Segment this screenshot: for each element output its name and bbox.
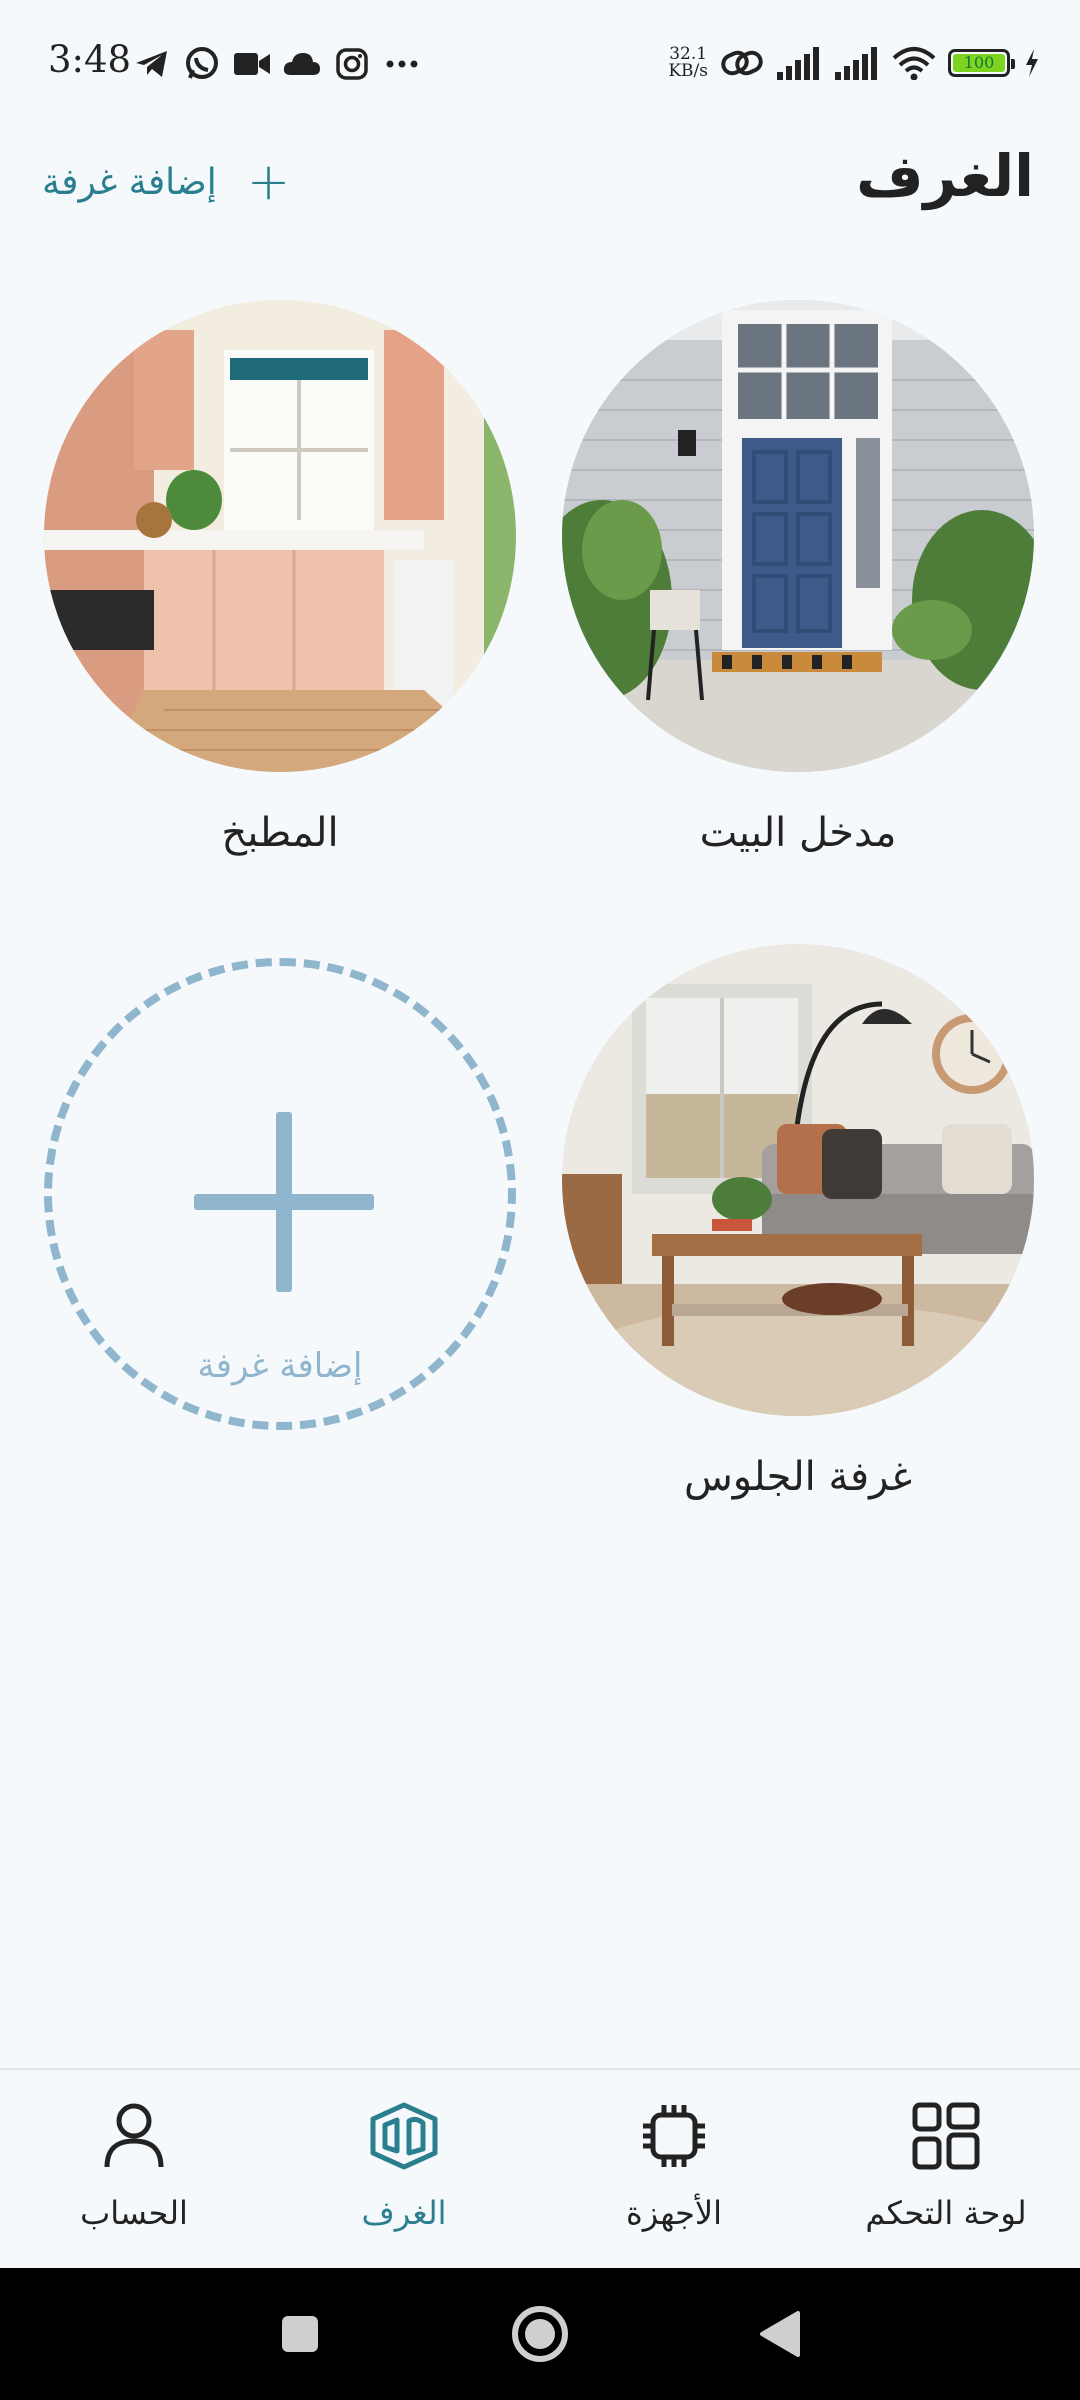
nav-item-rooms[interactable]: الغرف (284, 2096, 524, 2232)
back-button[interactable] (740, 2298, 820, 2370)
plus-icon: + (246, 152, 291, 212)
living-room-photo (562, 944, 1034, 1416)
telegram-icon (132, 44, 172, 84)
notification-icons (132, 44, 432, 84)
battery-icon: 100 (948, 49, 1015, 77)
page-title: الغرف (856, 142, 1034, 210)
whatsapp-icon (182, 44, 222, 84)
instagram-icon (332, 44, 372, 84)
status-bar: 3:48 32.1 KB/s 100 (0, 0, 1080, 128)
chip-icon (554, 2096, 794, 2176)
room-name: غرفة الجلوس (683, 1454, 913, 1500)
nav-item-account[interactable]: الحساب (14, 2096, 254, 2232)
dashboard-icon (826, 2096, 1066, 2176)
signal-icon (834, 46, 880, 80)
system-nav-bar (0, 2268, 1080, 2400)
signal-icon (776, 46, 822, 80)
nav-item-dashboard[interactable]: لوحة التحكم (826, 2096, 1066, 2232)
person-icon (14, 2096, 254, 2176)
kitchen-photo (44, 300, 516, 772)
more-icon (382, 44, 422, 84)
nav-label: الحساب (80, 2194, 188, 2232)
recents-button[interactable] (260, 2298, 340, 2370)
home-button[interactable] (500, 2298, 580, 2370)
room-card-entrance[interactable]: مدخل البيت (560, 300, 1036, 856)
system-status-icons: 32.1 KB/s 100 (668, 40, 1040, 86)
video-icon (232, 44, 272, 84)
room-card-living-room[interactable]: غرفة الجلوس (560, 944, 1036, 1500)
room-name: مدخل البيت (699, 810, 897, 856)
rooms-icon (284, 2096, 524, 2176)
add-room-header-label: إضافة غرفة (42, 161, 217, 203)
charging-icon (1024, 48, 1040, 78)
network-speed-unit: KB/s (668, 61, 708, 81)
nav-item-devices[interactable]: الأجهزة (554, 2096, 794, 2232)
wifi-icon (892, 46, 936, 80)
room-name: المطبخ (221, 810, 339, 856)
status-time: 3:48 (48, 38, 132, 81)
link-icon (720, 48, 764, 78)
add-room-tile[interactable]: إضافة غرفة (42, 958, 518, 1430)
add-room-header-button[interactable]: + إضافة غرفة (42, 152, 290, 212)
add-room-circle[interactable]: إضافة غرفة (44, 958, 516, 1430)
nav-label: لوحة التحكم (865, 2194, 1027, 2232)
network-speed: 32.1 KB/s (668, 46, 708, 80)
bottom-nav: لوحة التحكم الأجهزة الغرف الحساب (0, 2068, 1080, 2270)
battery-level: 100 (963, 53, 995, 72)
nav-label: الغرف (361, 2194, 447, 2232)
room-card-kitchen[interactable]: المطبخ (42, 300, 518, 856)
cloud-icon (282, 44, 322, 84)
add-room-tile-label: إضافة غرفة (197, 1346, 363, 1386)
front-door-photo (562, 300, 1034, 772)
nav-label: الأجهزة (625, 2194, 723, 2232)
